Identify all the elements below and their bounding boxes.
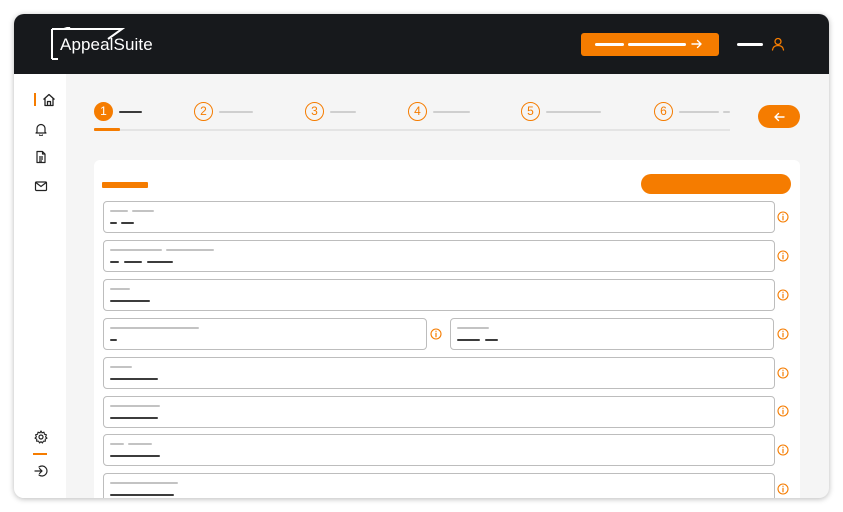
home-icon [43,93,55,107]
step-label [723,111,730,113]
app-name: AppealSuite [60,35,153,54]
step-label [219,111,253,113]
user-icon[interactable] [771,37,785,51]
step-label [433,111,470,113]
info-icon[interactable] [777,250,789,262]
sidebar-item-settings[interactable] [34,430,50,446]
stepper-track [94,129,730,131]
info-icon[interactable] [777,444,789,456]
form-field-6[interactable] [103,396,775,428]
form-field-4b[interactable] [450,318,774,350]
cta-label-line [595,43,624,46]
step-number: 4 [408,102,427,121]
app-window: AppealSuite 1 2 3 4 5 6 [14,14,829,498]
step-number: 5 [521,102,540,121]
step-number: 3 [305,102,324,121]
app-logo[interactable]: AppealSuite [50,27,162,61]
step-label [119,111,142,113]
form-card [94,160,800,498]
step-number: 1 [94,102,113,121]
card-action-button[interactable] [641,174,791,194]
step-label [330,111,356,113]
info-icon[interactable] [777,328,789,340]
info-icon[interactable] [777,483,789,495]
info-icon[interactable] [777,211,789,223]
mail-icon [34,181,48,192]
step-label [546,111,601,113]
form-field-4a[interactable] [103,318,427,350]
document-icon [36,150,46,164]
gear-icon [34,430,48,444]
sidebar [14,74,66,498]
sidebar-item-home[interactable] [42,93,58,109]
step-number: 6 [654,102,673,121]
form-field-8[interactable] [103,473,775,498]
step-number: 2 [194,102,213,121]
top-header: AppealSuite [14,14,829,74]
sidebar-item-messages[interactable] [34,179,50,195]
sidebar-item-documents[interactable] [34,150,50,166]
form-field-3[interactable] [103,279,775,311]
form-field-1[interactable] [103,201,775,233]
sidebar-item-logout[interactable] [34,464,50,480]
info-icon[interactable] [777,367,789,379]
wizard-stepper: 1 2 3 4 5 6 [66,96,746,136]
section-title [102,182,148,188]
info-icon[interactable] [777,289,789,301]
stepper-progress [94,128,120,131]
user-name[interactable] [737,43,763,46]
arrow-left-icon [774,112,785,122]
step-label [679,111,719,113]
sidebar-divider [33,453,47,455]
form-field-2[interactable] [103,240,775,272]
form-field-5[interactable] [103,357,775,389]
back-button[interactable] [758,105,800,128]
logout-icon [34,465,48,477]
sidebar-active-indicator [34,93,36,106]
arrow-right-icon [691,39,702,49]
bell-icon [35,123,47,136]
sidebar-item-notifications[interactable] [34,122,50,138]
form-field-7[interactable] [103,434,775,466]
header-cta-button[interactable] [581,33,719,56]
cta-label-line [628,43,686,46]
info-icon[interactable] [777,405,789,417]
info-icon[interactable] [430,328,442,340]
